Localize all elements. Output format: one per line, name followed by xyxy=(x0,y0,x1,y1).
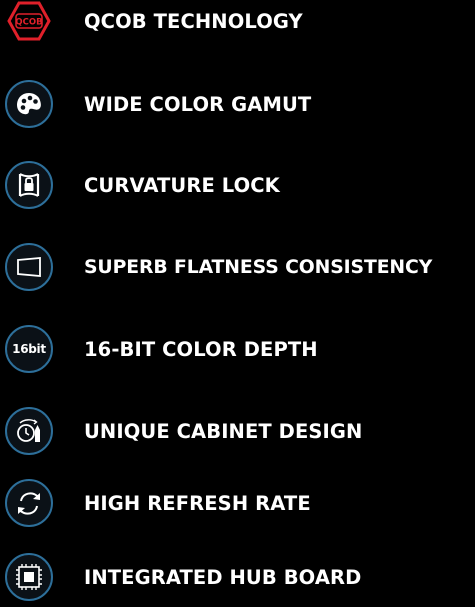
feature-label-hub-board: INTEGRATED HUB BOARD xyxy=(84,565,362,589)
feature-label-color-depth: 16-BIT COLOR DEPTH xyxy=(84,337,318,361)
flat-panel-icon xyxy=(5,243,53,291)
qcob-hexagon-icon: QCOB xyxy=(5,0,53,45)
feature-row-color-depth: 16bit 16-BIT COLOR DEPTH xyxy=(0,319,475,379)
feature-row-color-gamut: WIDE COLOR GAMUT xyxy=(0,74,475,134)
feature-label-qcob: QCOB TECHNOLOGY xyxy=(84,9,303,33)
cabinet-design-icon xyxy=(5,407,53,455)
color-palette-icon xyxy=(5,80,53,128)
feature-row-cabinet: UNIQUE CABINET DESIGN xyxy=(0,401,475,461)
feature-row-hub-board: INTEGRATED HUB BOARD xyxy=(0,547,475,607)
refresh-icon xyxy=(5,479,53,527)
feature-label-curvature-lock: CURVATURE LOCK xyxy=(84,173,280,197)
color-depth-icon: 16bit xyxy=(5,325,53,373)
feature-label-color-gamut: WIDE COLOR GAMUT xyxy=(84,92,312,116)
feature-label-refresh-rate: HIGH REFRESH RATE xyxy=(84,491,311,515)
feature-label-cabinet: UNIQUE CABINET DESIGN xyxy=(84,419,363,443)
feature-row-flatness: SUPERB FLATNESS CONSISTENCY xyxy=(0,237,475,297)
feature-row-curvature-lock: CURVATURE LOCK xyxy=(0,155,475,215)
hub-board-icon xyxy=(5,553,53,601)
color-depth-icon-text: 16bit xyxy=(12,342,46,356)
feature-label-flatness: SUPERB FLATNESS CONSISTENCY xyxy=(84,256,433,278)
feature-row-qcob: QCOB QCOB TECHNOLOGY xyxy=(0,0,475,51)
curvature-lock-icon xyxy=(5,161,53,209)
qcob-icon-text: QCOB xyxy=(15,18,42,28)
feature-row-refresh-rate: HIGH REFRESH RATE xyxy=(0,473,475,533)
